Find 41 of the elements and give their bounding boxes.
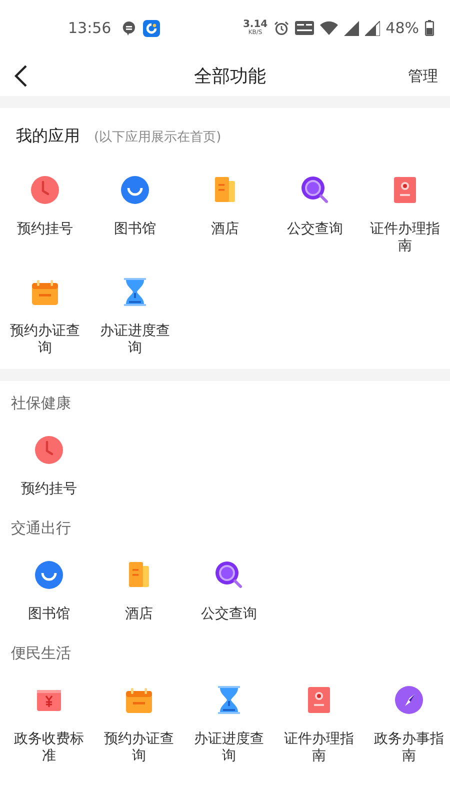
- app-label[interactable]: 预约挂号: [10, 481, 88, 498]
- app-label[interactable]: 政务收费标准: [10, 731, 88, 765]
- app-label[interactable]: 公交查询: [276, 221, 354, 238]
- app-label[interactable]: 预约挂号: [6, 221, 84, 238]
- app-label[interactable]: 办证进度查询: [96, 323, 174, 357]
- signal-icon: [364, 20, 380, 36]
- section-title: 我的应用: [16, 126, 80, 147]
- alarm-icon: [274, 20, 289, 36]
- app-label[interactable]: 预约办证查询: [6, 323, 84, 357]
- section-hint: (以下应用展示在首页): [94, 129, 222, 146]
- battery-icon: [425, 20, 434, 36]
- back-button[interactable]: [14, 65, 28, 87]
- app-label[interactable]: 图书馆: [96, 221, 174, 238]
- clock-icon[interactable]: [32, 433, 66, 467]
- app-label[interactable]: 预约办证查询: [100, 731, 178, 765]
- app-label[interactable]: 酒店: [100, 606, 178, 623]
- smile-icon[interactable]: [118, 173, 152, 207]
- volte-icon: [294, 21, 314, 35]
- app-label[interactable]: 酒店: [186, 221, 264, 238]
- page-title: 全部功能: [194, 65, 266, 88]
- status-time: 13:56: [68, 19, 112, 37]
- app-notification-icon: [143, 20, 160, 36]
- compass-icon[interactable]: [392, 683, 426, 717]
- wifi-icon: [320, 21, 338, 35]
- app-label[interactable]: 证件办理指南: [366, 221, 444, 255]
- signal-icon: [344, 20, 359, 36]
- message-icon: [121, 20, 138, 36]
- app-label[interactable]: 公交查询: [190, 606, 268, 623]
- network-speed: 3.14: [242, 20, 268, 30]
- category-title: 便民生活: [10, 643, 72, 663]
- battery-percent: 48%: [386, 19, 419, 37]
- back-icon: [14, 65, 28, 87]
- clock-icon[interactable]: [28, 173, 62, 207]
- app-label[interactable]: 办证进度查询: [190, 731, 268, 765]
- category-title: 交通出行: [10, 518, 72, 538]
- manage-button[interactable]: 管理: [408, 66, 438, 86]
- smile-icon[interactable]: [32, 558, 66, 592]
- category-title: 社保健康: [10, 393, 72, 413]
- app-label[interactable]: 图书馆: [10, 606, 88, 623]
- app-label[interactable]: 证件办理指南: [280, 731, 358, 765]
- app-label[interactable]: 政务办事指南: [370, 731, 448, 765]
